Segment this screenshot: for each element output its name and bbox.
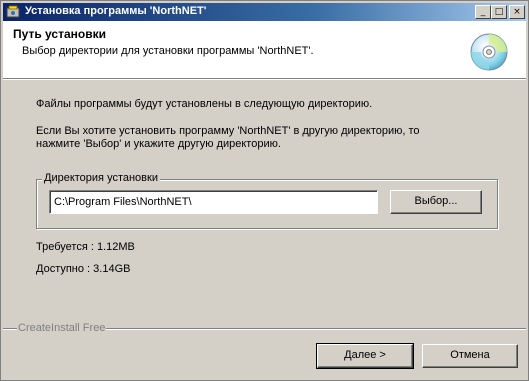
info-text-line-3: нажмите 'Выбор' и укажите другую директо… <box>36 138 281 150</box>
window-title: Установка программы 'NorthNET' <box>25 5 207 17</box>
title-bar[interactable]: Установка программы 'NorthNET' _ □ × <box>3 3 526 21</box>
info-text-line-2: Если Вы хотите установить программу 'Nor… <box>36 125 420 137</box>
install-dir-group-label: Директория установки <box>42 172 160 184</box>
maximize-button[interactable]: □ <box>491 5 507 19</box>
wizard-header: Путь установки Выбор директории для уста… <box>3 21 526 78</box>
info-text-line-1: Файлы программы будут установлены в след… <box>36 98 373 110</box>
close-button[interactable]: × <box>509 5 525 19</box>
cd-disc-icon <box>470 33 508 71</box>
installer-window: Установка программы 'NorthNET' _ □ × Пут… <box>0 0 529 381</box>
page-title: Путь установки <box>13 27 106 41</box>
next-button[interactable]: Далее > <box>316 343 414 369</box>
browse-button[interactable]: Выбор... <box>390 190 482 214</box>
installer-app-icon <box>6 5 20 18</box>
available-space-label: Доступно : 3.14GB <box>36 263 131 275</box>
page-subtitle: Выбор директории для установки программы… <box>22 45 314 57</box>
header-divider-highlight <box>3 79 526 80</box>
minimize-button[interactable]: _ <box>475 5 491 19</box>
required-space-label: Требуется : 1.12MB <box>36 241 135 253</box>
install-path-field[interactable] <box>49 190 378 214</box>
brand-label: CreateInstall Free <box>17 322 107 334</box>
cancel-button[interactable]: Отмена <box>422 344 518 368</box>
